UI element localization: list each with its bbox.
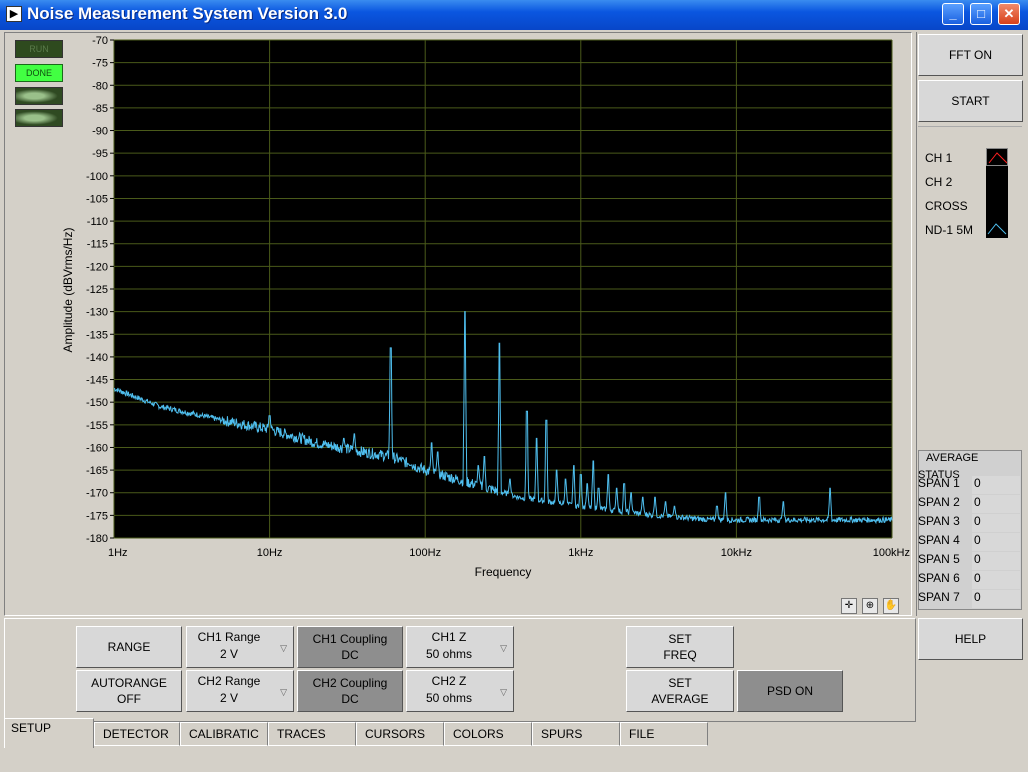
x-tick-label: 10kHz bbox=[721, 547, 752, 559]
span-label-1: SPAN 1 bbox=[918, 476, 960, 490]
y-tick-label: -120 bbox=[86, 261, 108, 273]
span-value-7: 0 bbox=[972, 590, 1020, 608]
set-freq-button[interactable]: SET FREQ bbox=[626, 626, 734, 668]
tab-traces[interactable]: TRACES bbox=[268, 722, 356, 746]
y-tick-label: -140 bbox=[86, 352, 108, 364]
y-tick-label: -95 bbox=[92, 148, 108, 160]
y-tick-label: -160 bbox=[86, 442, 108, 454]
span-label-7: SPAN 7 bbox=[918, 590, 960, 604]
dropdown-arrow-icon: ▽ bbox=[500, 687, 507, 697]
span-value-2: 0 bbox=[972, 495, 1020, 513]
y-tick-label: -170 bbox=[86, 488, 108, 500]
tab-spurs[interactable]: SPURS bbox=[532, 722, 620, 746]
span-label-5: SPAN 5 bbox=[918, 552, 960, 566]
pan-hand-icon[interactable]: ✋ bbox=[883, 598, 899, 614]
y-tick-label: -125 bbox=[86, 284, 108, 296]
y-tick-label: -155 bbox=[86, 420, 108, 432]
zoom-icon[interactable]: ⊕ bbox=[862, 598, 878, 614]
x-tick-label: 100kHz bbox=[873, 547, 910, 559]
dropdown-arrow-icon: ▽ bbox=[280, 643, 287, 653]
legend-ch1: CH 1 bbox=[925, 151, 953, 165]
autorange-button[interactable]: AUTORANGE OFF bbox=[76, 670, 182, 712]
y-tick-label: -90 bbox=[92, 126, 108, 138]
ch1-coupling-button[interactable]: CH1 Coupling DC bbox=[297, 626, 403, 668]
span-value-4: 0 bbox=[972, 533, 1020, 551]
span-label-6: SPAN 6 bbox=[918, 571, 960, 585]
set-average-button[interactable]: SET AVERAGE bbox=[626, 670, 734, 712]
tab-calibration[interactable]: CALIBRATIC bbox=[180, 722, 268, 746]
dropdown-arrow-icon: ▽ bbox=[280, 687, 287, 697]
psd-on-button[interactable]: PSD ON bbox=[737, 670, 843, 712]
y-tick-label: -130 bbox=[86, 307, 108, 319]
y-tick-label: -180 bbox=[86, 533, 108, 545]
help-button[interactable]: HELP bbox=[918, 618, 1023, 660]
span-label-2: SPAN 2 bbox=[918, 495, 960, 509]
x-tick-label: 10Hz bbox=[257, 547, 283, 559]
y-tick-label: -145 bbox=[86, 375, 108, 387]
tab-colors[interactable]: COLORS bbox=[444, 722, 532, 746]
y-tick-label: -150 bbox=[86, 397, 108, 409]
fft-on-button[interactable]: FFT ON bbox=[918, 34, 1023, 76]
legend-swatch-ch1[interactable] bbox=[986, 148, 1008, 166]
tab-detector[interactable]: DETECTOR bbox=[94, 722, 180, 746]
ch1-range-select[interactable]: CH1 Range 2 V ▽ bbox=[186, 626, 294, 668]
range-button[interactable]: RANGE bbox=[76, 626, 182, 668]
y-tick-label: -175 bbox=[86, 510, 108, 522]
span-value-5: 0 bbox=[972, 552, 1020, 570]
ch2-range-select[interactable]: CH2 Range 2 V ▽ bbox=[186, 670, 294, 712]
y-tick-label: -70 bbox=[92, 35, 108, 47]
y-tick-label: -100 bbox=[86, 171, 108, 183]
legend-swatch-nd1[interactable] bbox=[986, 220, 1008, 238]
dropdown-arrow-icon: ▽ bbox=[500, 643, 507, 653]
x-axis-label: Frequency bbox=[475, 565, 532, 579]
tab-cursors[interactable]: CURSORS bbox=[356, 722, 444, 746]
y-tick-label: -165 bbox=[86, 465, 108, 477]
y-tick-label: -105 bbox=[86, 193, 108, 205]
span-value-6: 0 bbox=[972, 571, 1020, 589]
span-value-3: 0 bbox=[972, 514, 1020, 532]
x-tick-label: 100Hz bbox=[409, 547, 441, 559]
x-tick-label: 1kHz bbox=[568, 547, 593, 559]
tab-setup[interactable]: SETUP bbox=[4, 718, 94, 748]
y-tick-label: -135 bbox=[86, 329, 108, 341]
start-button[interactable]: START bbox=[918, 80, 1023, 122]
y-tick-label: -80 bbox=[92, 80, 108, 92]
y-tick-label: -110 bbox=[87, 216, 108, 228]
span-label-4: SPAN 4 bbox=[918, 533, 960, 547]
span-value-1: 0 bbox=[972, 476, 1020, 494]
ch1-z-select[interactable]: CH1 Z 50 ohms ▽ bbox=[406, 626, 514, 668]
tab-file[interactable]: FILE bbox=[620, 722, 708, 746]
legend-nd1: ND-1 5M bbox=[925, 223, 974, 237]
crosshair-icon[interactable]: ✛ bbox=[841, 598, 857, 614]
ch2-z-select[interactable]: CH2 Z 50 ohms ▽ bbox=[406, 670, 514, 712]
legend-ch2: CH 2 bbox=[925, 175, 953, 189]
x-tick-label: 1Hz bbox=[108, 547, 128, 559]
y-tick-label: -115 bbox=[87, 239, 108, 251]
y-tick-label: -75 bbox=[92, 58, 108, 70]
legend-cross: CROSS bbox=[925, 199, 968, 213]
y-axis-label: Amplitude (dBVrms/Hz) bbox=[61, 228, 75, 353]
ch2-coupling-button[interactable]: CH2 Coupling DC bbox=[297, 670, 403, 712]
y-tick-label: -85 bbox=[92, 103, 108, 115]
span-label-3: SPAN 3 bbox=[918, 514, 960, 528]
average-status-title: AVERAGE bbox=[926, 452, 979, 464]
